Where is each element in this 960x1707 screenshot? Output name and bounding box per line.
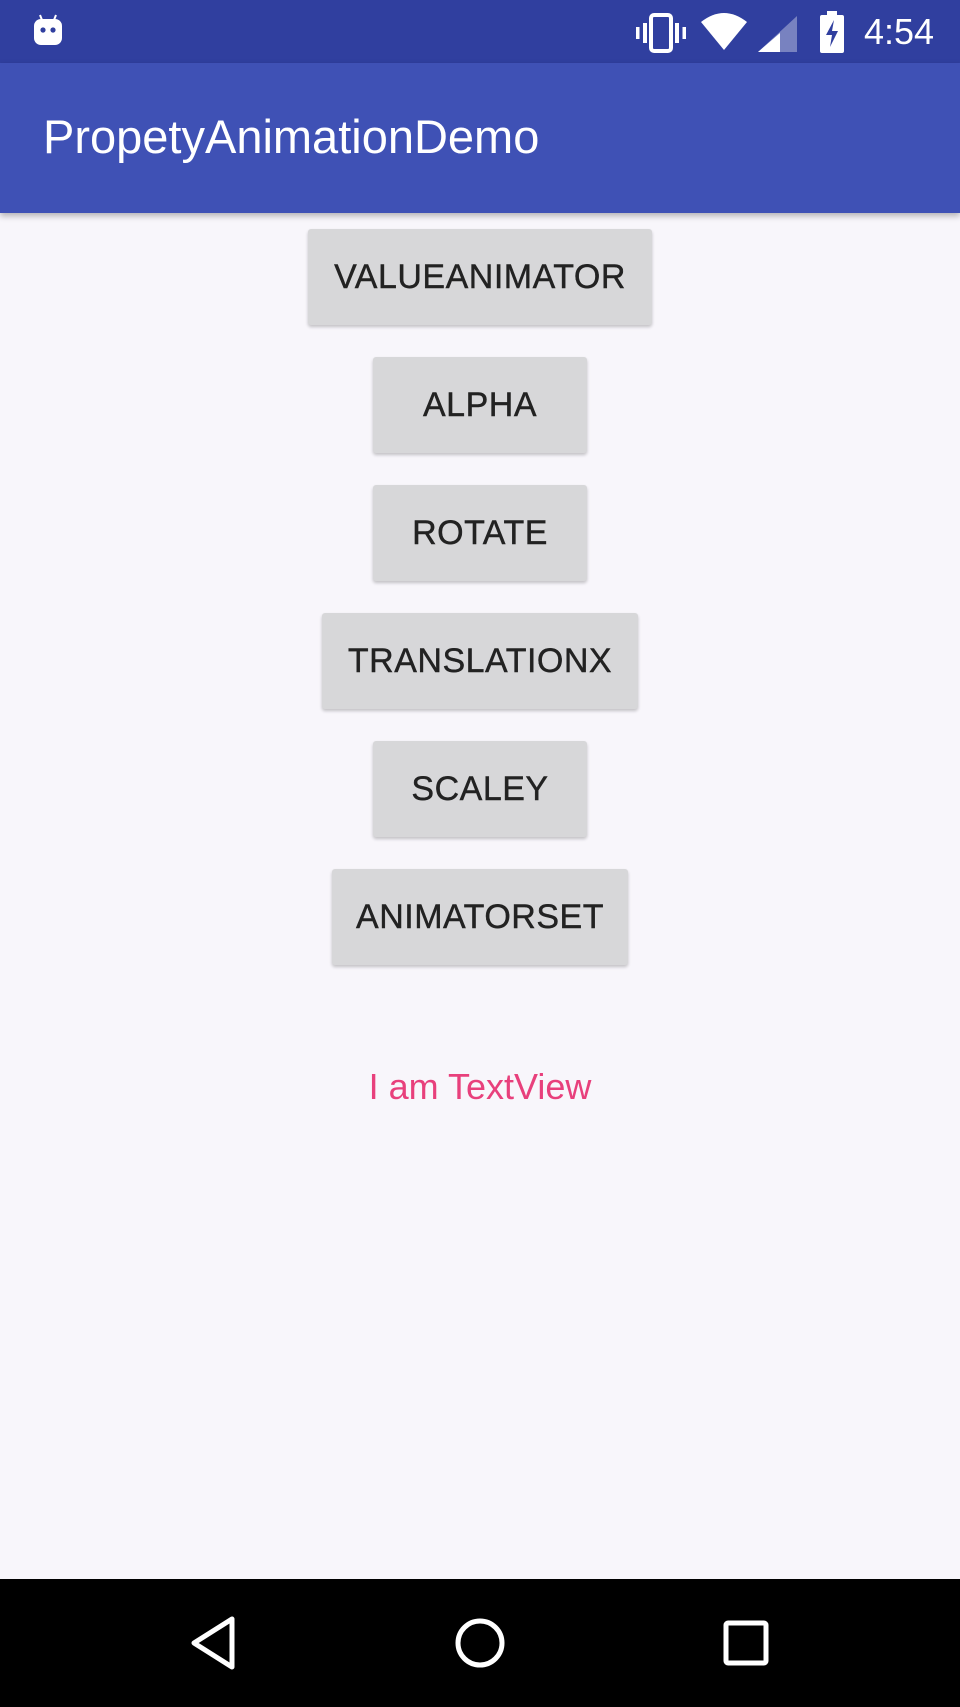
back-icon[interactable] xyxy=(174,1603,254,1683)
wifi-icon xyxy=(701,13,747,50)
app-title: PropetyAnimationDemo xyxy=(43,110,540,163)
recents-icon[interactable] xyxy=(706,1603,786,1683)
battery-charging-icon xyxy=(820,11,844,53)
signal-icon xyxy=(758,16,797,52)
translation-x-button[interactable]: TRANSLATIONX xyxy=(322,613,638,709)
text-view: I am TextView xyxy=(368,1066,592,1107)
alpha-button[interactable]: ALPHA xyxy=(373,357,587,453)
vibrate-icon xyxy=(636,13,686,53)
navigation-bar xyxy=(0,1579,960,1707)
animator-set-button[interactable]: ANIMATORSET xyxy=(332,869,628,965)
content-area: VALUEANIMATOR ALPHA ROTATE TRANSLATIONX … xyxy=(0,213,960,1579)
home-icon[interactable] xyxy=(440,1603,520,1683)
scale-y-button[interactable]: SCALEY xyxy=(373,741,587,837)
status-bar: 4:54 xyxy=(0,0,960,63)
value-animator-button[interactable]: VALUEANIMATOR xyxy=(308,229,652,325)
android-icon xyxy=(34,14,62,45)
rotate-button[interactable]: ROTATE xyxy=(373,485,587,581)
app-bar: PropetyAnimationDemo xyxy=(0,63,960,213)
clock: 4:54 xyxy=(864,11,935,52)
screen: 4:54 PropetyAnimationDemo VALUEANIMATOR … xyxy=(0,0,960,1707)
